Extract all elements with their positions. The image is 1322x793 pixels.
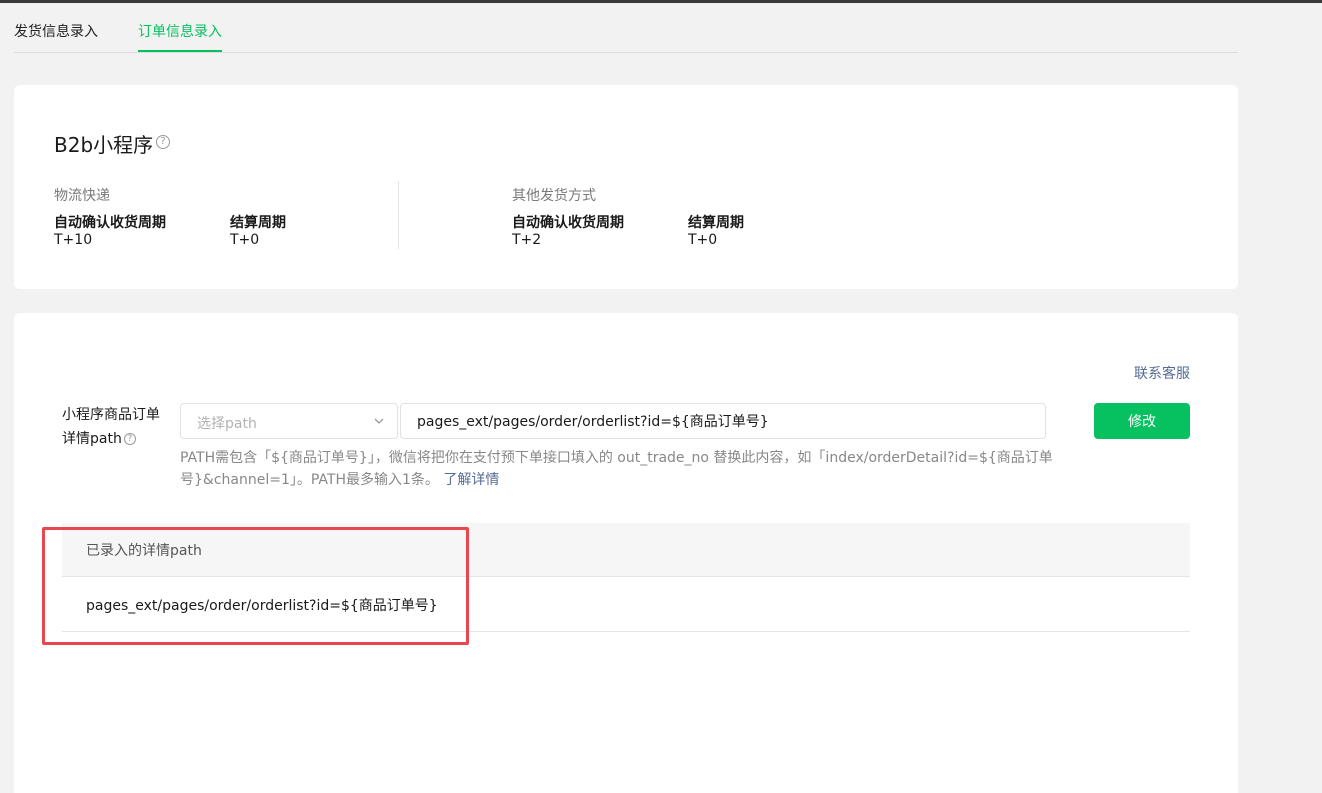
modify-button[interactable]: 修改	[1094, 403, 1190, 439]
path-field-label: 小程序商品订单 详情path?	[62, 403, 172, 451]
other-confirm-label: 自动确认收货周期	[512, 215, 624, 231]
learn-more-link[interactable]: 了解详情	[443, 472, 499, 488]
other-settle-label: 结算周期	[688, 215, 744, 231]
contact-support-link[interactable]: 联系客服	[1134, 363, 1190, 383]
recorded-path-table: 已录入的详情path pages_ext/pages/order/orderli…	[62, 523, 1190, 632]
logistics-section-label: 物流快递	[54, 188, 110, 204]
table-header: 已录入的详情path	[62, 523, 1190, 577]
other-settle-value: T+0	[688, 232, 718, 248]
logistics-confirm-label: 自动确认收货周期	[54, 215, 166, 231]
logistics-settle-value: T+0	[230, 232, 260, 248]
other-section-label: 其他发货方式	[512, 188, 596, 204]
path-config-card: 联系客服 小程序商品订单 详情path? 选择path 修改 PATH需包含「$…	[14, 313, 1238, 793]
tab-order-info[interactable]: 订单信息录入	[138, 21, 222, 41]
path-label-line2: 详情path	[62, 431, 122, 447]
active-tab-indicator	[138, 50, 222, 52]
chevron-down-icon	[374, 418, 384, 424]
recorded-path-value: pages_ext/pages/order/orderlist?id=${商品订…	[86, 598, 438, 614]
logistics-settle-label: 结算周期	[230, 215, 286, 231]
path-select[interactable]: 选择path	[180, 403, 398, 439]
table-row: pages_ext/pages/order/orderlist?id=${商品订…	[62, 577, 1190, 632]
help-circle-icon[interactable]: ?	[156, 135, 170, 149]
path-input[interactable]	[400, 403, 1046, 439]
path-hint-text: PATH需包含「${商品订单号}」，微信将把你在支付预下单接口填入的 out_t…	[180, 450, 1053, 488]
tab-bar: 发货信息录入 订单信息录入	[14, 3, 1238, 53]
path-label-line1: 小程序商品订单	[62, 407, 160, 423]
tab-shipping-info[interactable]: 发货信息录入	[14, 21, 98, 41]
settlement-summary-card: B2b小程序 ? 物流快递 自动确认收货周期 T+10 结算周期 T+0 其他发…	[14, 85, 1238, 289]
other-confirm-value: T+2	[512, 232, 542, 248]
table-header-label: 已录入的详情path	[86, 543, 202, 559]
logistics-confirm-value: T+10	[54, 232, 93, 248]
section-divider	[398, 181, 399, 249]
path-hint: PATH需包含「${商品订单号}」，微信将把你在支付预下单接口填入的 out_t…	[180, 447, 1056, 491]
page-title: B2b小程序	[54, 133, 154, 157]
help-circle-icon[interactable]: ?	[123, 433, 136, 445]
path-select-placeholder: 选择path	[197, 416, 257, 432]
